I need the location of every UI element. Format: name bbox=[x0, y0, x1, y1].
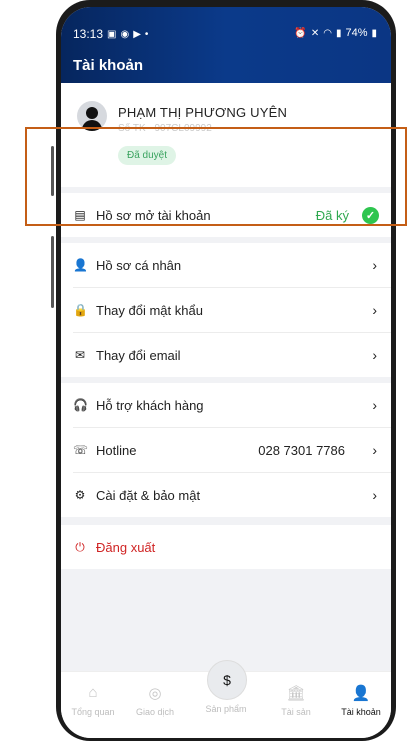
tab-label: Sản phẩm bbox=[205, 704, 247, 714]
menu-item-label: Thay đổi mật khẩu bbox=[96, 302, 203, 318]
logout-card: ⏻ Đăng xuất bbox=[61, 525, 391, 569]
messenger-icon: ◉ bbox=[120, 28, 130, 40]
chevron-right-icon: › bbox=[372, 302, 377, 318]
mute-icon: ✕ bbox=[310, 27, 320, 39]
power-icon: ⏻ bbox=[75, 539, 85, 554]
menu-item-label: Hồ sơ cá nhân bbox=[96, 257, 182, 273]
tab-label: Tài khoản bbox=[341, 707, 381, 717]
app-screen: 13:13 ▣ ◉ ▶ • ⏰ ✕ ◠ ▮ 74% ▮ Tài khoản PH… bbox=[61, 7, 391, 738]
gallery-icon: ▣ bbox=[107, 28, 117, 40]
support-card: 🎧 Hỗ trợ khách hàng › ☏ Hotline 028 7301… bbox=[61, 383, 391, 517]
menu-item-hotline[interactable]: ☏ Hotline 028 7301 7786 › bbox=[61, 428, 391, 472]
battery-icon: ▮ bbox=[371, 27, 377, 39]
tab-account[interactable]: 👤 Tài khoản bbox=[331, 684, 391, 717]
transaction-icon: ◎ bbox=[148, 685, 162, 702]
page-title: Tài khoản bbox=[73, 57, 144, 74]
menu-item-personal-profile[interactable]: 👤 Hồ sơ cá nhân › bbox=[61, 243, 391, 287]
profile-settings-card: 👤 Hồ sơ cá nhân › 🔒 Thay đổi mật khẩu › … bbox=[61, 243, 391, 377]
dot-icon: • bbox=[144, 28, 149, 40]
tab-products[interactable]: Sản phẩm bbox=[196, 704, 256, 714]
account-icon: 👤 bbox=[351, 685, 371, 702]
signal-icon: ▮ bbox=[335, 27, 342, 39]
hotline-number: 028 7301 7786 bbox=[258, 442, 345, 458]
home-icon: ⌂ bbox=[88, 684, 98, 701]
menu-item-label: Hỗ trợ khách hàng bbox=[96, 397, 204, 413]
menu-item-label: Cài đặt & bảo mật bbox=[96, 487, 201, 503]
menu-item-change-email[interactable]: ✉ Thay đổi email › bbox=[61, 333, 391, 377]
gear-icon: ⚙ bbox=[74, 488, 86, 502]
tab-assets[interactable]: 🏛 Tài sản bbox=[266, 684, 326, 717]
wifi-icon: ◠ bbox=[323, 27, 332, 39]
mail-icon: ✉ bbox=[74, 348, 86, 362]
tab-transactions[interactable]: ◎ Giao dịch bbox=[125, 684, 185, 717]
chevron-right-icon: › bbox=[372, 347, 377, 363]
tab-overview[interactable]: ⌂ Tổng quan bbox=[63, 684, 123, 717]
bank-icon: 🏛 bbox=[286, 685, 306, 702]
phone-icon: ☏ bbox=[73, 443, 89, 457]
youtube-icon: ▶ bbox=[133, 28, 141, 40]
app-header: 13:13 ▣ ◉ ▶ • ⏰ ✕ ◠ ▮ 74% ▮ Tài khoản bbox=[61, 7, 391, 83]
status-bar-right: ⏰ ✕ ◠ ▮ 74% ▮ bbox=[294, 27, 377, 39]
chevron-right-icon: › bbox=[372, 442, 377, 458]
lock-icon: 🔒 bbox=[73, 303, 88, 317]
chevron-right-icon: › bbox=[372, 257, 377, 273]
chevron-right-icon: › bbox=[372, 487, 377, 503]
chevron-right-icon: › bbox=[372, 397, 377, 413]
menu-item-customer-support[interactable]: 🎧 Hỗ trợ khách hàng › bbox=[61, 383, 391, 427]
power-button bbox=[51, 236, 54, 308]
logout-label: Đăng xuất bbox=[96, 539, 156, 555]
battery-level: 74% bbox=[345, 27, 368, 39]
status-bar-left: 13:13 ▣ ◉ ▶ • bbox=[73, 27, 148, 41]
headset-icon: 🎧 bbox=[73, 398, 88, 412]
logout-button[interactable]: ⏻ Đăng xuất bbox=[61, 525, 391, 569]
tab-label: Tổng quan bbox=[71, 707, 115, 717]
tab-label: Tài sản bbox=[281, 707, 311, 717]
user-name: PHẠM THỊ PHƯƠNG UYÊN bbox=[118, 105, 288, 120]
menu-item-change-password[interactable]: 🔒 Thay đổi mật khẩu › bbox=[61, 288, 391, 332]
status-time: 13:13 bbox=[73, 27, 104, 41]
product-icon[interactable]: $ bbox=[207, 660, 247, 700]
bottom-tab-bar: ⌂ Tổng quan ◎ Giao dịch $ Sản phẩm 🏛 Tài… bbox=[61, 660, 391, 738]
highlight-box bbox=[25, 127, 407, 226]
menu-item-label: Thay đổi email bbox=[96, 347, 181, 363]
alarm-icon: ⏰ bbox=[294, 27, 307, 39]
menu-item-settings-security[interactable]: ⚙ Cài đặt & bảo mật › bbox=[61, 473, 391, 517]
tab-label: Giao dịch bbox=[135, 707, 175, 717]
menu-item-label: Hotline bbox=[96, 442, 137, 458]
person-icon: 👤 bbox=[73, 258, 88, 272]
